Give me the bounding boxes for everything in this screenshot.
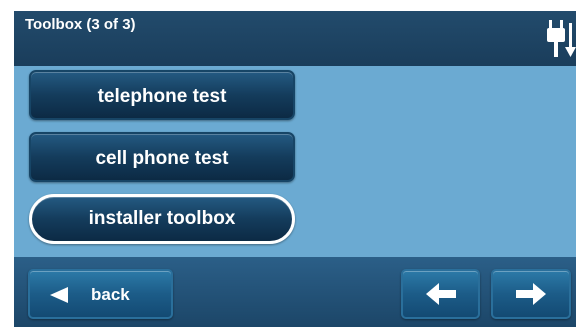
telephone-test-button[interactable]: telephone test (29, 70, 295, 120)
footer-bar: back (14, 257, 576, 327)
header-bar: Toolbox (3 of 3) (14, 11, 576, 66)
back-label: back (91, 285, 130, 304)
installer-toolbox-button[interactable]: installer toolbox (29, 194, 295, 244)
screen: Toolbox (3 of 3) telephone test cell pho… (14, 11, 576, 327)
previous-page-button[interactable] (401, 269, 480, 319)
arrow-left-icon (425, 283, 456, 305)
telephone-test-label: telephone test (97, 86, 227, 107)
cell-phone-test-button[interactable]: cell phone test (29, 132, 295, 182)
triangle-left-icon (50, 287, 68, 303)
power-plug-down-arrow-icon (547, 20, 576, 57)
back-button[interactable]: back (28, 269, 173, 319)
next-page-button[interactable] (491, 269, 571, 319)
cell-phone-test-label: cell phone test (95, 148, 229, 169)
arrow-right-icon (516, 283, 546, 305)
page-title: Toolbox (3 of 3) (25, 16, 136, 33)
installer-toolbox-label: installer toolbox (88, 208, 236, 229)
